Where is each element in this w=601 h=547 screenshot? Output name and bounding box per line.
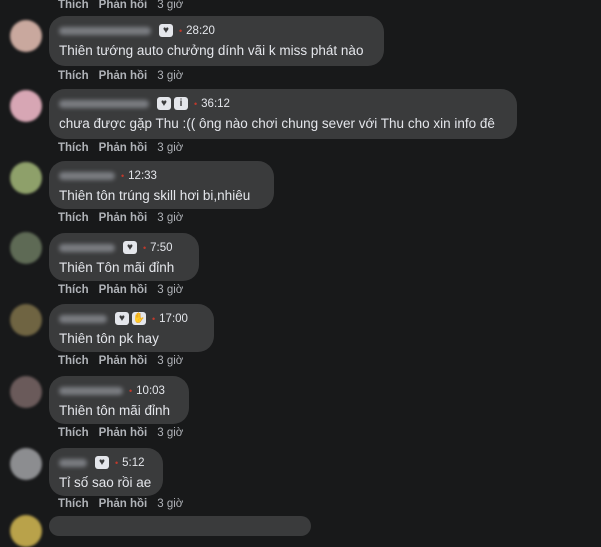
reply-link[interactable]: Phản hồi	[99, 427, 148, 439]
info-icon: i	[174, 97, 188, 110]
comment-bubble	[49, 516, 311, 536]
commenter-name[interactable]	[59, 26, 151, 35]
reply-link[interactable]: Phản hồi	[99, 70, 148, 82]
comment-bubble: ♥ • 7:50 Thiên Tôn mãi đỉnh	[49, 233, 199, 281]
avatar[interactable]	[10, 376, 42, 408]
like-link[interactable]: Thích	[58, 142, 89, 154]
like-link[interactable]: Thích	[58, 427, 89, 439]
like-link[interactable]: Thích	[58, 212, 89, 224]
comment-actions: Thích Phản hồi 3 giờ	[58, 427, 183, 439]
timestamp: 17:00	[159, 312, 188, 325]
commenter-name[interactable]	[59, 243, 115, 252]
comment-text: chưa được gặp Thu :(( ông nào chơi chung…	[59, 116, 495, 131]
reply-link[interactable]: Phản hồi	[99, 355, 148, 367]
comment-actions: Thích Phản hồi 3 giờ	[58, 284, 183, 296]
timestamp: 36:12	[201, 97, 230, 110]
heart-icon: ♥	[115, 312, 129, 325]
comment-actions: Thích Phản hồi 3 giờ	[58, 70, 183, 82]
avatar[interactable]	[10, 162, 42, 194]
like-link[interactable]: Thích	[58, 355, 89, 367]
commenter-name[interactable]	[59, 458, 87, 467]
comment-bubble: ♥ i • 36:12 chưa được gặp Thu :(( ông nà…	[49, 89, 517, 139]
like-link[interactable]: Thích	[58, 498, 89, 510]
avatar[interactable]	[10, 515, 42, 547]
comment-bubble: ♥ ✋ • 17:00 Thiên tôn pk hay	[49, 304, 214, 352]
comment-actions: Thích Phản hồi 3 giờ	[58, 498, 183, 510]
like-link[interactable]: Thích	[58, 284, 89, 296]
like-link[interactable]: Thích	[58, 70, 89, 82]
comment-time[interactable]: 3 giờ	[157, 212, 183, 224]
comment-actions: Thích Phản hồi 3 giờ	[58, 355, 183, 367]
comment-actions: Thích Phản hồi 3 giờ	[58, 0, 183, 11]
comment-bubble: ♥ • 5:12 Tỉ số sao rồi ae	[49, 448, 163, 496]
comment-time[interactable]: 3 giờ	[157, 284, 183, 296]
commenter-name[interactable]	[59, 171, 115, 180]
comment-time[interactable]: 3 giờ	[157, 427, 183, 439]
timestamp: 12:33	[128, 169, 157, 182]
heart-icon: ♥	[157, 97, 171, 110]
avatar[interactable]	[10, 90, 42, 122]
comment-actions: Thích Phản hồi 3 giờ	[58, 142, 183, 154]
reply-link[interactable]: Phản hồi	[99, 498, 148, 510]
comment-bubble: • 12:33 Thiên tôn trúng skill hơi bi,nhi…	[49, 161, 274, 209]
comment-text: Thiên tướng auto chưởng dính vãi k miss …	[59, 43, 364, 58]
reply-link[interactable]: Phản hồi	[99, 212, 148, 224]
avatar[interactable]	[10, 304, 42, 336]
comment-text: Thiên tôn trúng skill hơi bi,nhiêu	[59, 188, 251, 203]
timestamp: 28:20	[186, 24, 215, 37]
comment-bubble: ♥ • 28:20 Thiên tướng auto chưởng dính v…	[49, 16, 384, 66]
comment-time[interactable]: 3 giờ	[157, 0, 183, 11]
comment-time[interactable]: 3 giờ	[157, 355, 183, 367]
commenter-name[interactable]	[59, 99, 149, 108]
heart-icon: ♥	[123, 241, 137, 254]
clap-icon: ✋	[132, 312, 146, 325]
reply-link[interactable]: Phản hồi	[99, 142, 148, 154]
timestamp: 10:03	[136, 384, 165, 397]
reply-link[interactable]: Phản hồi	[99, 0, 148, 11]
comment-time[interactable]: 3 giờ	[157, 142, 183, 154]
comment-time[interactable]: 3 giờ	[157, 498, 183, 510]
commenter-name[interactable]	[59, 314, 107, 323]
comment-text: Thiên tôn mãi đỉnh	[59, 403, 171, 418]
avatar[interactable]	[10, 232, 42, 264]
comment-text: Thiên tôn pk hay	[59, 331, 159, 346]
comment-actions: Thích Phản hồi 3 giờ	[58, 212, 183, 224]
comment-time[interactable]: 3 giờ	[157, 70, 183, 82]
timestamp: 7:50	[150, 241, 173, 254]
commenter-name[interactable]	[59, 386, 123, 395]
avatar[interactable]	[10, 20, 42, 52]
heart-icon: ♥	[159, 24, 173, 37]
comment-bubble: • 10:03 Thiên tôn mãi đỉnh	[49, 376, 189, 424]
avatar[interactable]	[10, 448, 42, 480]
like-link[interactable]: Thích	[58, 0, 89, 11]
reply-link[interactable]: Phản hồi	[99, 284, 148, 296]
heart-icon: ♥	[95, 456, 109, 469]
timestamp: 5:12	[122, 456, 145, 469]
comment-text: Tỉ số sao rồi ae	[59, 475, 152, 490]
comment-text: Thiên Tôn mãi đỉnh	[59, 260, 175, 275]
